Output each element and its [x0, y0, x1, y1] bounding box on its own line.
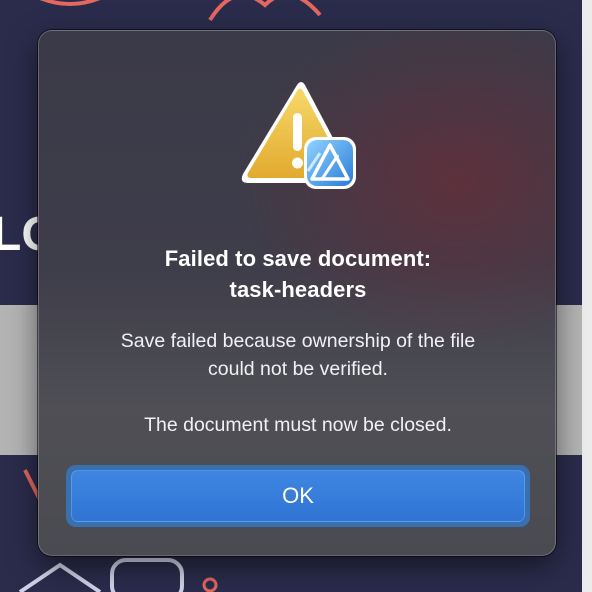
dialog-message: Save failed because ownership of the fil…	[39, 327, 555, 439]
dialog-title-line2: task-headers	[229, 277, 367, 302]
dialog-message-line3: The document must now be closed.	[144, 414, 452, 436]
dialog-title: Failed to save document: task-headers	[39, 243, 555, 305]
ok-button-face[interactable]: OK	[71, 470, 525, 522]
ok-button[interactable]: OK	[66, 465, 530, 527]
affinity-designer-icon	[304, 137, 356, 189]
dialog-title-line1: Failed to save document:	[164, 246, 432, 271]
warning-triangle-icon	[241, 82, 356, 189]
dialog-message-line2: could not be verified.	[208, 358, 388, 380]
save-error-dialog: Failed to save document: task-headers Sa…	[38, 30, 556, 556]
ok-button-label: OK	[282, 483, 314, 508]
message-spacer	[39, 383, 555, 411]
dialog-message-line1: Save failed because ownership of the fil…	[120, 330, 476, 352]
